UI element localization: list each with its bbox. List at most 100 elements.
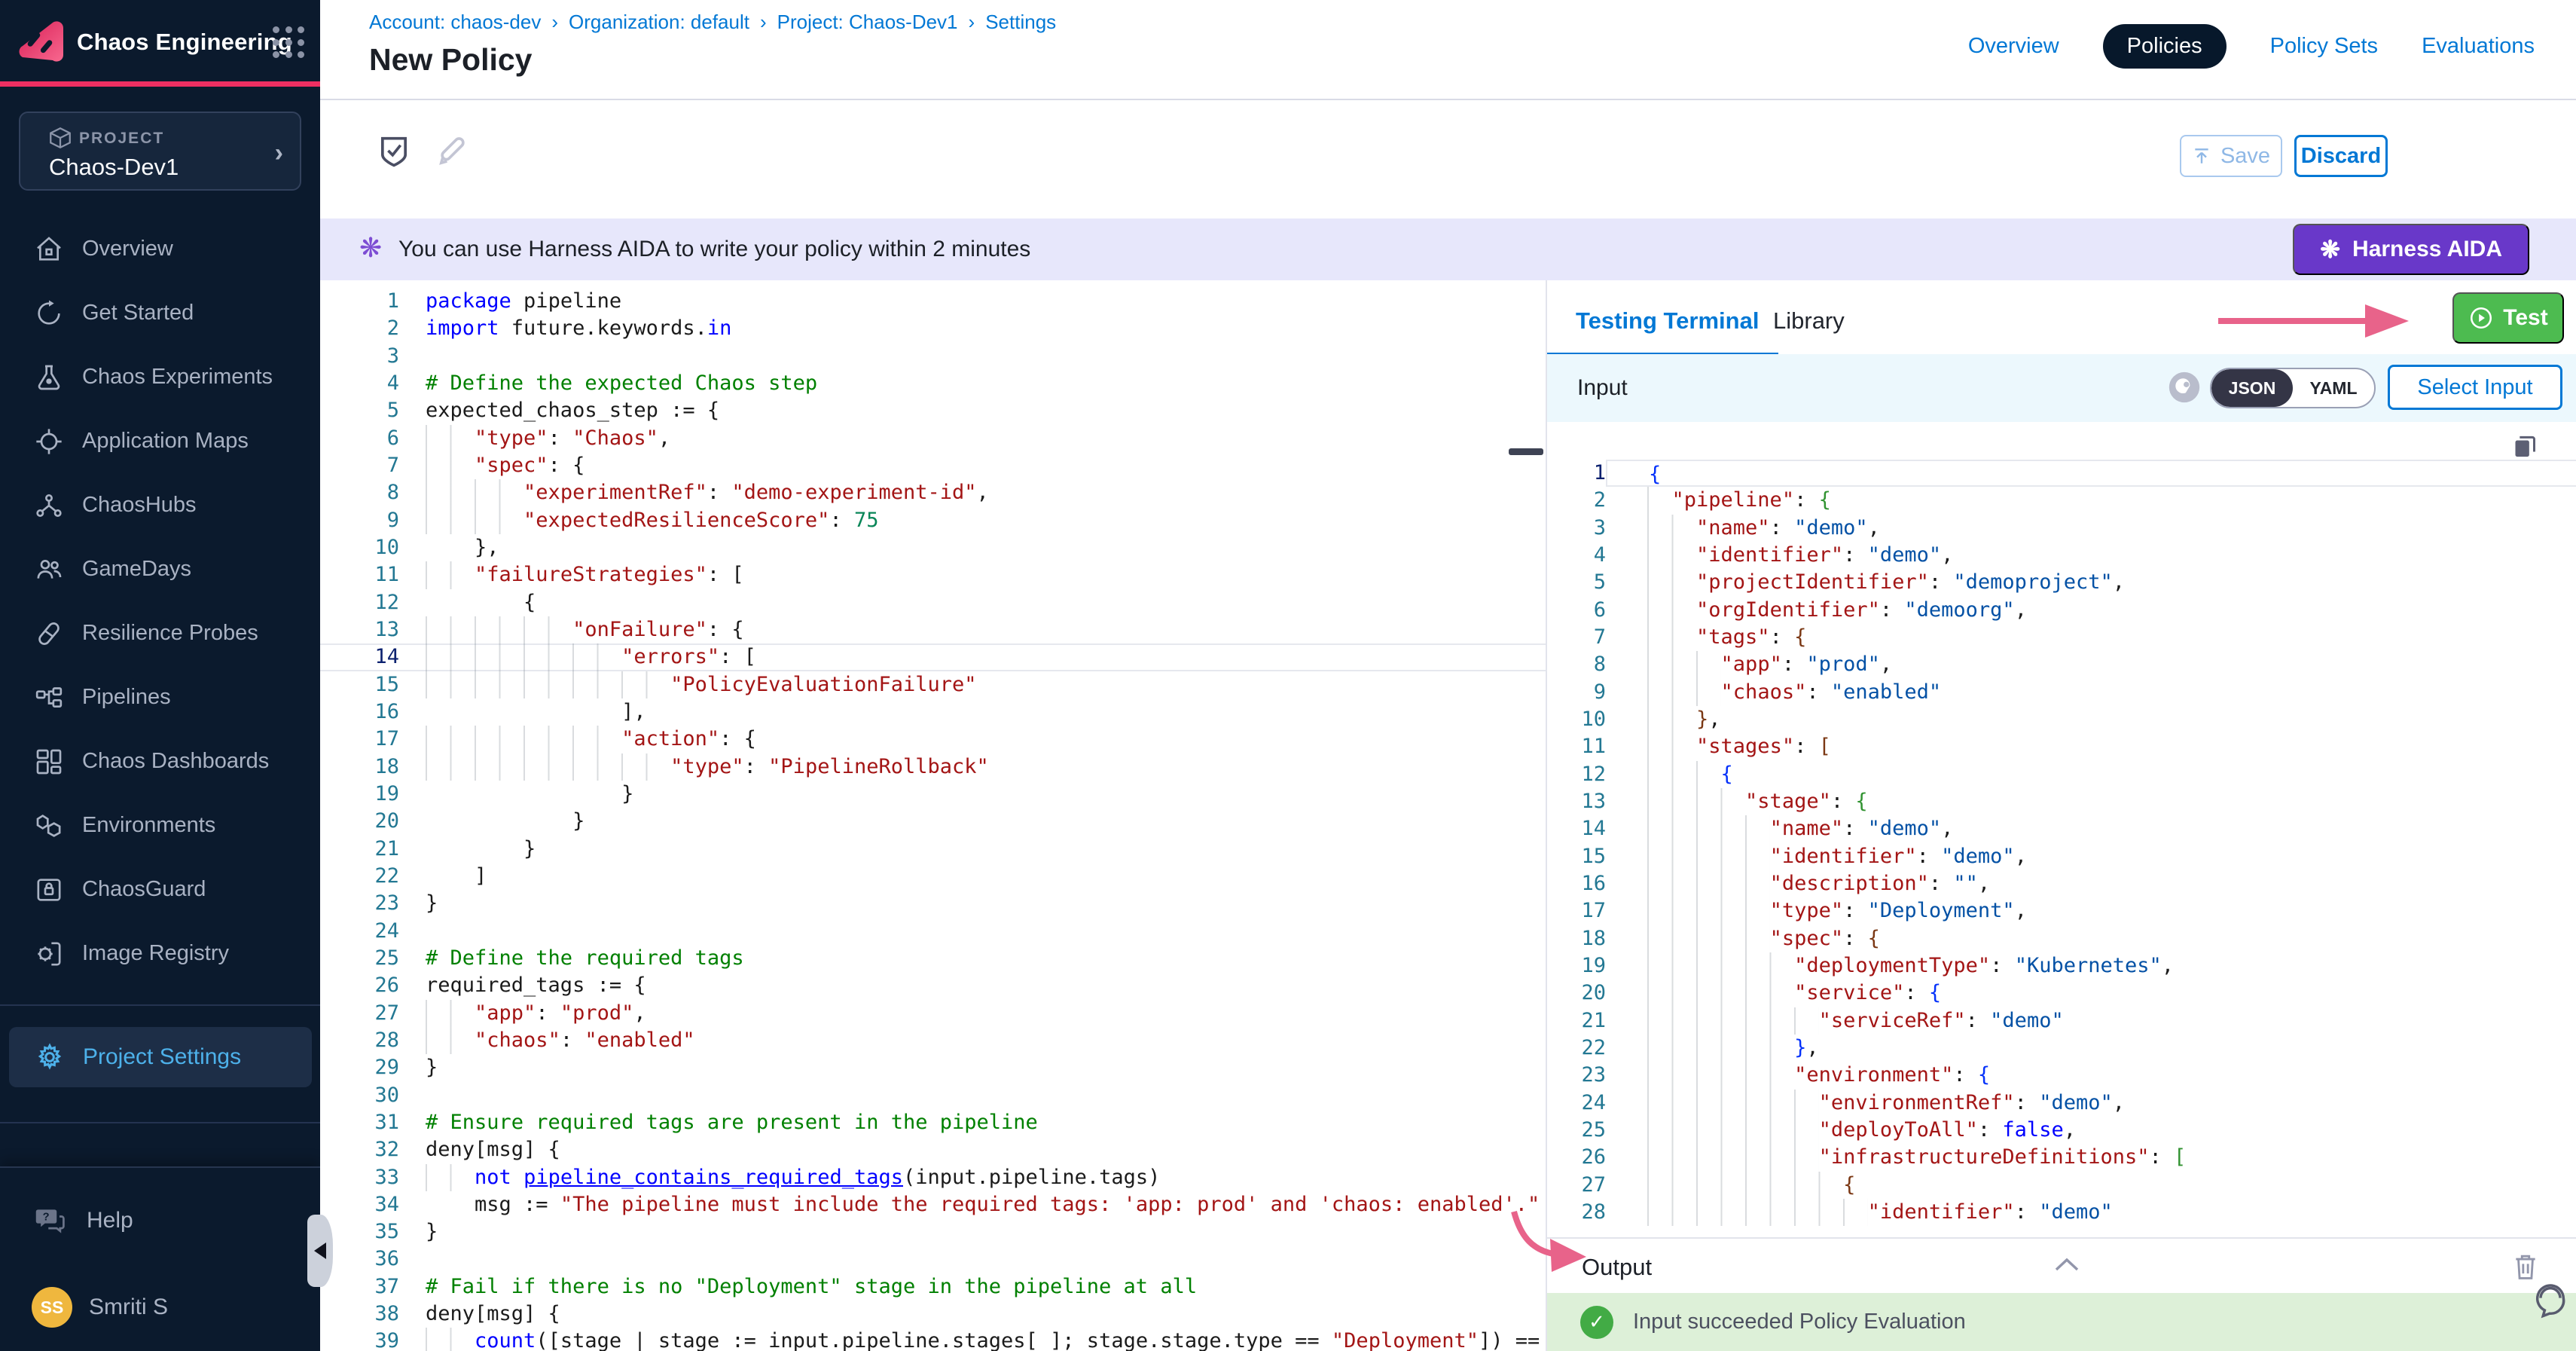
- sidebar-item-chaos-experiments[interactable]: Chaos Experiments: [0, 345, 320, 409]
- code-line[interactable]: 20 }: [320, 808, 1546, 835]
- code-line[interactable]: 33 not pipeline_contains_required_tags(i…: [320, 1164, 1546, 1191]
- code-line[interactable]: 19 "deploymentType": "Kubernetes",: [1547, 952, 2576, 980]
- sidebar-item-environments[interactable]: Environments: [0, 793, 320, 857]
- tab-testing-terminal[interactable]: Testing Terminal: [1576, 307, 1759, 335]
- code-line[interactable]: 18 "type": "PipelineRollback": [320, 753, 1546, 781]
- edit-pencil-icon[interactable]: [433, 132, 472, 171]
- code-line[interactable]: 2 "pipeline": {: [1547, 487, 2576, 514]
- code-line[interactable]: 10 },: [320, 534, 1546, 561]
- code-line[interactable]: 2import future.keywords.in: [320, 315, 1546, 342]
- code-line[interactable]: 23 "environment": {: [1547, 1062, 2576, 1089]
- code-line[interactable]: 9 "expectedResilienceScore": 75: [320, 507, 1546, 534]
- code-line[interactable]: 38deny[msg] {: [320, 1301, 1546, 1328]
- sidebar-item-gamedays[interactable]: GameDays: [0, 537, 320, 601]
- code-line[interactable]: 25# Define the required tags: [320, 945, 1546, 972]
- code-line[interactable]: 11 "stages": [: [1547, 733, 2576, 760]
- code-line[interactable]: 30: [320, 1082, 1546, 1109]
- code-line[interactable]: 16 ],: [320, 698, 1546, 726]
- code-line[interactable]: 12 {: [1547, 761, 2576, 788]
- code-line[interactable]: 15 "PolicyEvaluationFailure": [320, 671, 1546, 698]
- code-line[interactable]: 7 "spec": {: [320, 452, 1546, 479]
- sidebar-item-chaoshubs[interactable]: ChaosHubs: [0, 473, 320, 537]
- format-yaml-option[interactable]: YAML: [2293, 369, 2374, 407]
- code-line[interactable]: 16 "description": "",: [1547, 870, 2576, 897]
- code-line[interactable]: 17 "action": {: [320, 726, 1546, 753]
- code-line[interactable]: 4# Define the expected Chaos step: [320, 370, 1546, 397]
- code-line[interactable]: 12 {: [320, 589, 1546, 616]
- tab-library[interactable]: Library: [1773, 307, 1845, 335]
- code-line[interactable]: 24 "environmentRef": "demo",: [1547, 1090, 2576, 1117]
- select-input-button[interactable]: Select Input: [2388, 365, 2562, 410]
- format-json-option[interactable]: JSON: [2211, 369, 2293, 407]
- code-line[interactable]: 21 "serviceRef": "demo": [1547, 1007, 2576, 1035]
- sidebar-collapse-handle[interactable]: [307, 1215, 333, 1287]
- code-line[interactable]: 18 "spec": {: [1547, 925, 2576, 952]
- tab-evaluations[interactable]: Evaluations: [2422, 34, 2535, 59]
- breadcrumb-settings[interactable]: Settings: [985, 11, 1056, 33]
- collapse-output-icon[interactable]: [2053, 1255, 2080, 1273]
- policy-code-editor[interactable]: 1package pipeline2import future.keywords…: [320, 280, 1546, 1351]
- harness-aida-button[interactable]: ❋ Harness AIDA: [2293, 224, 2529, 275]
- code-line[interactable]: 8 "app": "prod",: [1547, 651, 2576, 678]
- code-line[interactable]: 25 "deployToAll": false,: [1547, 1117, 2576, 1144]
- code-line[interactable]: 6 "type": "Chaos",: [320, 425, 1546, 452]
- code-line[interactable]: 15 "identifier": "demo",: [1547, 843, 2576, 870]
- sidebar-item-resilience-probes[interactable]: Resilience Probes: [0, 601, 320, 665]
- tab-policy-sets[interactable]: Policy Sets: [2270, 34, 2378, 59]
- sidebar-item-chaos-dashboards[interactable]: Chaos Dashboards: [0, 729, 320, 793]
- help-item[interactable]: ? Help: [34, 1204, 133, 1237]
- code-line[interactable]: 31# Ensure required tags are present in …: [320, 1109, 1546, 1136]
- breadcrumb-project[interactable]: Project: Chaos-Dev1: [777, 11, 958, 33]
- test-button[interactable]: Test: [2452, 292, 2564, 344]
- sidebar-item-application-maps[interactable]: Application Maps: [0, 409, 320, 473]
- code-line[interactable]: 3: [320, 343, 1546, 370]
- sidebar-item-overview[interactable]: Overview: [0, 217, 320, 281]
- code-line[interactable]: 8 "experimentRef": "demo-experiment-id",: [320, 479, 1546, 506]
- code-line[interactable]: 7 "tags": {: [1547, 624, 2576, 651]
- code-line[interactable]: 5expected_chaos_step := {: [320, 397, 1546, 424]
- breadcrumb-org[interactable]: Organization: default: [569, 11, 749, 33]
- code-line[interactable]: 24: [320, 918, 1546, 945]
- panel-resize-handle[interactable]: [1509, 448, 1543, 455]
- code-line[interactable]: 27 "app": "prod",: [320, 1000, 1546, 1027]
- code-line[interactable]: 11 "failureStrategies": [: [320, 561, 1546, 588]
- support-chat-icon[interactable]: [2531, 1282, 2570, 1321]
- code-line[interactable]: 26 "infrastructureDefinitions": [: [1547, 1144, 2576, 1171]
- input-json-editor[interactable]: 1{2 "pipeline": {3 "name": "demo",4 "ide…: [1547, 422, 2576, 1237]
- code-line[interactable]: 3 "name": "demo",: [1547, 515, 2576, 542]
- code-line[interactable]: 32deny[msg] {: [320, 1136, 1546, 1163]
- code-line[interactable]: 9 "chaos": "enabled": [1547, 679, 2576, 706]
- code-line[interactable]: 17 "type": "Deployment",: [1547, 897, 2576, 925]
- code-line[interactable]: 37# Fail if there is no "Deployment" sta…: [320, 1273, 1546, 1301]
- sidebar-item-pipelines[interactable]: Pipelines: [0, 665, 320, 729]
- code-line[interactable]: 34 msg := "The pipeline must include the…: [320, 1191, 1546, 1218]
- trash-icon[interactable]: [2511, 1251, 2540, 1282]
- code-line[interactable]: 1{: [1547, 460, 2576, 487]
- module-grid-icon[interactable]: [273, 26, 306, 60]
- code-line[interactable]: 29}: [320, 1054, 1546, 1081]
- save-button[interactable]: Save: [2180, 135, 2282, 177]
- code-line[interactable]: 22 },: [1547, 1035, 2576, 1062]
- code-line[interactable]: 10 },: [1547, 706, 2576, 733]
- tab-overview[interactable]: Overview: [1968, 34, 2059, 59]
- user-menu[interactable]: SS Smriti S: [32, 1287, 168, 1328]
- copy-icon[interactable]: [2510, 431, 2540, 461]
- code-line[interactable]: 19 }: [320, 781, 1546, 808]
- pipeline-input-icon[interactable]: [2168, 371, 2201, 404]
- sidebar-item-project-settings[interactable]: Project Settings: [9, 1027, 312, 1087]
- code-line[interactable]: 4 "identifier": "demo",: [1547, 542, 2576, 569]
- code-line[interactable]: 6 "orgIdentifier": "demoorg",: [1547, 597, 2576, 624]
- breadcrumb-account[interactable]: Account: chaos-dev: [369, 11, 541, 33]
- code-line[interactable]: 26required_tags := {: [320, 972, 1546, 999]
- sidebar-item-chaosguard[interactable]: ChaosGuard: [0, 857, 320, 922]
- code-line[interactable]: 20 "service": {: [1547, 980, 2576, 1007]
- code-line[interactable]: 21 }: [320, 836, 1546, 863]
- tab-policies[interactable]: Policies: [2103, 24, 2227, 69]
- discard-button[interactable]: Discard: [2294, 135, 2388, 177]
- code-line[interactable]: 35}: [320, 1218, 1546, 1246]
- code-line[interactable]: 22 ]: [320, 863, 1546, 890]
- code-line[interactable]: 13 "stage": {: [1547, 788, 2576, 815]
- code-line[interactable]: 39 count([stage | stage := input.pipelin…: [320, 1328, 1546, 1351]
- sidebar-item-get-started[interactable]: Get Started: [0, 281, 320, 345]
- code-line[interactable]: 28 "chaos": "enabled": [320, 1027, 1546, 1054]
